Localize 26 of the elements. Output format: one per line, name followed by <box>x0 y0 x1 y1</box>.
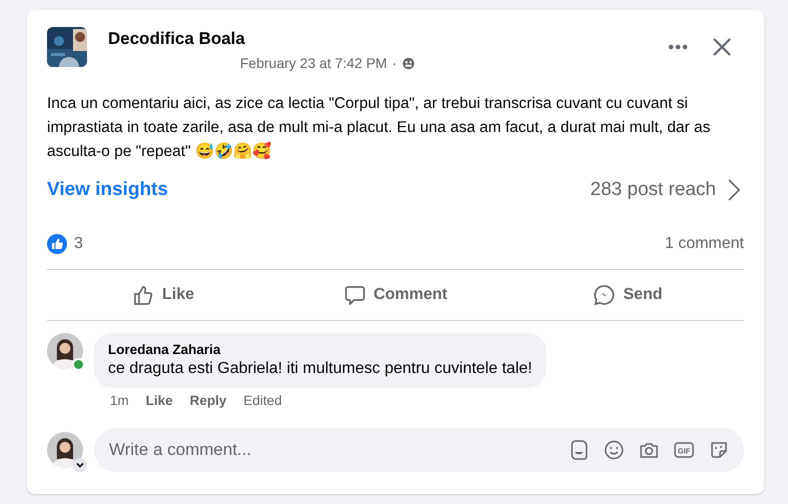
like-link[interactable]: Like <box>146 393 173 408</box>
comment-icon <box>344 284 366 306</box>
author-name[interactable]: Decodifica Boala <box>108 29 245 48</box>
emoji-icon[interactable] <box>603 439 625 461</box>
comment-count[interactable]: 1 comment <box>664 235 744 253</box>
commenter-name[interactable]: Loredana Zaharia <box>108 342 532 357</box>
send-icon <box>593 284 616 306</box>
comment-time[interactable]: 1m <box>110 393 129 408</box>
reply-link[interactable]: Reply <box>190 393 227 408</box>
more-icon[interactable] <box>668 44 688 50</box>
separator: · <box>392 55 397 71</box>
post-timestamp[interactable]: February 23 at 7:42 PM <box>240 55 388 71</box>
like-button[interactable]: Like <box>47 272 280 318</box>
view-insights-link[interactable]: View insights <box>47 179 168 201</box>
reaction-count[interactable]: 3 <box>74 235 83 253</box>
edited-label[interactable]: Edited <box>244 393 282 408</box>
dropdown-icon[interactable] <box>73 458 87 472</box>
send-button[interactable]: Send <box>512 272 744 318</box>
like-icon <box>132 284 154 306</box>
close-icon[interactable] <box>712 37 732 57</box>
comment-text: ce draguta esti Gabriela! iti multumesc pentru cuvintele tale! <box>108 360 532 378</box>
like-reaction-icon[interactable] <box>47 234 67 254</box>
chevron-right-icon[interactable] <box>728 179 740 201</box>
post-text: Inca un comentariu aici, as zice ca lectia "Corpul tipa", ar trebui transcrisa cuvant cu cuvant si imprastiata in toate zarile, asa de mult mi-a placut. Eu una asa am facut, a durat mai mult, dar as asculta-o pe "repeat" 😅🤣🤗🥰 <box>47 94 712 162</box>
post-reach: 283 post reach <box>590 179 716 201</box>
comment-button[interactable]: Comment <box>279 272 512 318</box>
